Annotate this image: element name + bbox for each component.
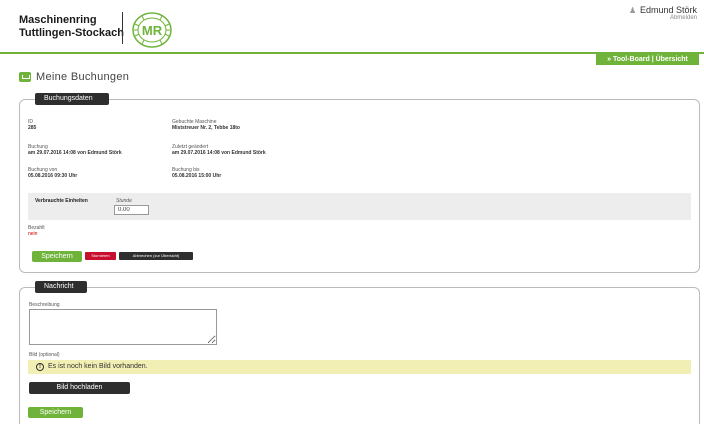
cancel-booking-button[interactable]: Stornieren <box>85 252 116 260</box>
from-value: 05.08.2016 09:30 Uhr <box>28 173 78 179</box>
save-booking-button[interactable]: Speichern <box>32 251 82 262</box>
changed-value: am 29.07.2016 14:08 von Edmund Störk <box>172 150 266 156</box>
save-message-button[interactable]: Speichern <box>28 407 83 418</box>
logo-separator <box>122 12 123 44</box>
units-input[interactable] <box>114 205 149 215</box>
logo-text: MR <box>142 23 163 38</box>
units-label: Verbrauchte Einheiten <box>35 198 88 204</box>
paid-value: nein <box>28 231 38 237</box>
description-label: Beschreibung <box>29 302 60 308</box>
abort-button[interactable]: Abbrechen (zur Übersicht) <box>119 252 193 260</box>
booked-value: am 29.07.2016 14:08 von Edmund Störk <box>28 150 122 156</box>
upload-image-button[interactable]: Bild hochladen <box>29 382 130 394</box>
image-label: Bild (optional) <box>29 352 60 358</box>
description-textarea[interactable] <box>29 309 217 345</box>
message-legend: Nachricht <box>35 281 87 293</box>
user-icon: ♟ <box>629 6 637 15</box>
org-name-line2: Tuttlingen-Stockach <box>19 27 124 39</box>
org-name-line1: Maschinenring <box>19 14 97 26</box>
units-unit: Stunde <box>116 198 132 204</box>
toolboard-link[interactable]: » Tool-Board | Übersicht <box>596 54 699 65</box>
logout-link[interactable]: Abmelden <box>670 15 697 21</box>
booking-fieldset <box>19 99 700 273</box>
to-value: 05.08.2016 15:00 Uhr <box>172 173 222 179</box>
mr-logo[interactable]: MR <box>130 10 174 50</box>
image-info-text: Es ist noch kein Bild vorhanden. <box>48 363 148 370</box>
id-value: 285 <box>28 125 37 131</box>
message-fieldset <box>19 287 700 424</box>
org-name: Maschinenring Tuttlingen-Stockach <box>19 14 124 40</box>
header: Maschinenring Tuttlingen-Stockach MR ♟ E… <box>0 0 704 52</box>
page-title: Meine Buchungen <box>36 71 130 83</box>
user-name[interactable]: Edmund Störk <box>640 5 697 15</box>
info-icon: ! <box>36 363 44 371</box>
bookings-icon <box>19 72 31 82</box>
booking-legend: Buchungsdaten <box>35 93 109 105</box>
machine-value: Miststreuer Nr. 2, Tebbe 18to <box>172 125 240 131</box>
